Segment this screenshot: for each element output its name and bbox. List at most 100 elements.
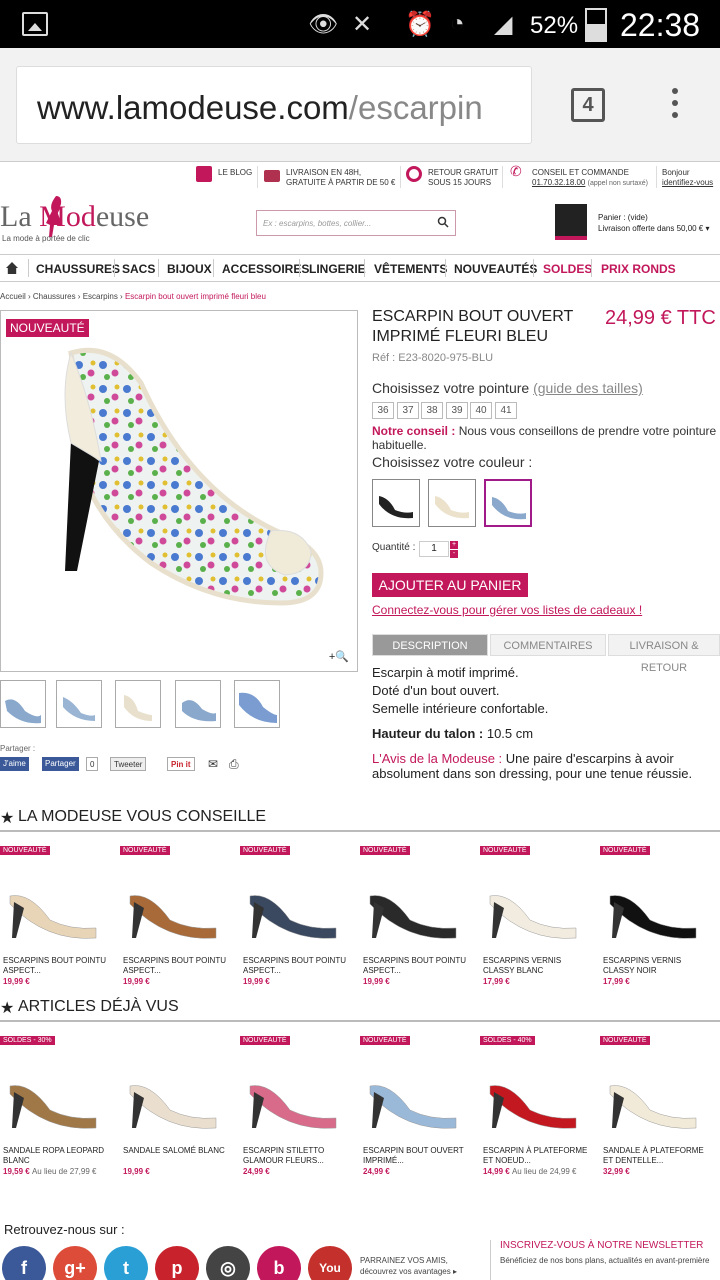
product-name[interactable]: ESCARPINS VERNIS CLASSY NOIR <box>603 956 708 976</box>
twitter-icon[interactable]: t <box>104 1246 148 1280</box>
product-name[interactable]: ESCARPINS BOUT POINTU ASPECT... <box>123 956 228 976</box>
product-thumb[interactable] <box>234 680 280 728</box>
nav-soldes[interactable]: SOLDES <box>543 262 592 276</box>
product-old-price: Au lieu de 27,99 € <box>31 1167 97 1176</box>
breadcrumb-current: Escarpin bout ouvert imprimé fleuri bleu <box>124 292 266 301</box>
product-name[interactable]: ESCARPINS BOUT POINTU ASPECT... <box>363 956 468 976</box>
breadcrumb-path[interactable]: Accueil › Chaussures › Escarpins › <box>0 292 125 301</box>
product-badge: NOUVEAUTÉ <box>240 846 290 855</box>
nav-sacs[interactable]: SACS <box>122 262 155 276</box>
overflow-menu-icon[interactable] <box>672 88 678 124</box>
zoom-icon[interactable]: +🔍 <box>329 650 349 663</box>
search-input[interactable]: Ex : escarpins, bottes, collier... <box>256 210 456 236</box>
nav-prix-ronds[interactable]: PRIX RONDS <box>601 262 676 276</box>
pinterest-button[interactable]: Pin it <box>167 757 195 771</box>
youtube-icon[interactable]: You <box>308 1246 352 1280</box>
url-field[interactable]: www.lamodeuse.com/escarpin <box>16 66 532 144</box>
tab-switcher-button[interactable]: 4 <box>571 88 605 122</box>
site-logo[interactable]: La Modeuse La mode à portée de clic <box>0 196 200 243</box>
size-option[interactable]: 41 <box>495 402 517 419</box>
tab-commentaires[interactable]: COMMENTAIRES <box>490 634 606 656</box>
referral-promo[interactable]: PARRAINEZ VOS AMIS, découvrez vos avantag… <box>360 1255 457 1277</box>
web-page: LE BLOG LIVRAISON EN 48H, GRATUITE À PART… <box>0 162 720 1280</box>
size-guide-link[interactable]: (guide des tailles) <box>533 380 643 396</box>
product-price: 24,99 € TTC <box>605 307 716 329</box>
product-name[interactable]: ESCARPIN BOUT OUVERT IMPRIMÉ... <box>363 1146 468 1166</box>
facebook-like-button[interactable]: J'aime <box>0 757 29 771</box>
search-icon[interactable] <box>437 216 449 228</box>
product-price-value: 32,99 € <box>603 1167 630 1176</box>
product-main-image[interactable]: NOUVEAUTÉ +🔍 <box>0 310 358 672</box>
product-price: 19,99 € <box>123 977 150 986</box>
cart-icon[interactable] <box>555 204 587 240</box>
print-icon[interactable]: ⎙ <box>226 757 242 771</box>
product-price-value: 19,99 € <box>123 977 150 986</box>
phone-number[interactable]: 01.70.32.18.00 <box>532 178 585 187</box>
tab-description[interactable]: DESCRIPTION <box>372 634 488 656</box>
tweet-button[interactable]: Tweeter <box>110 757 147 771</box>
product-thumb[interactable] <box>0 680 46 728</box>
quantity-input[interactable]: 1 <box>419 541 449 557</box>
product-name[interactable]: ESCARPINS BOUT POINTU ASPECT... <box>243 956 348 976</box>
conseil-line1: CONSEIL ET COMMANDE <box>532 168 629 177</box>
product-name[interactable]: ESCARPIN À PLATEFORME ET NOEUD... <box>483 1146 588 1166</box>
product-price: 17,99 € <box>603 977 630 986</box>
referral-title: PARRAINEZ VOS AMIS, <box>360 1256 448 1265</box>
product-price-value: 19,99 € <box>123 1167 150 1176</box>
facebook-share-button[interactable]: Partager <box>42 757 79 771</box>
size-option[interactable]: 39 <box>446 402 468 419</box>
size-option[interactable]: 38 <box>421 402 443 419</box>
product-thumb[interactable] <box>175 680 221 728</box>
email-icon[interactable]: ✉ <box>205 757 221 771</box>
nav-vetements[interactable]: VÊTEMENTS <box>374 262 447 276</box>
size-option[interactable]: 36 <box>372 402 394 419</box>
phone-icon: ✆ <box>510 163 522 179</box>
product-thumb[interactable] <box>115 680 161 728</box>
product-tabs: DESCRIPTION COMMENTAIRES LIVRAISON & RET… <box>372 634 720 674</box>
instagram-icon[interactable]: ◎ <box>206 1246 250 1280</box>
color-swatch-beige[interactable] <box>428 479 476 527</box>
product-name[interactable]: ESCARPINS BOUT POINTU ASPECT... <box>3 956 108 976</box>
product-name[interactable]: SANDALE ROPA LEOPARD BLANC <box>3 1146 108 1166</box>
add-to-cart-button[interactable]: AJOUTER AU PANIER <box>372 573 528 597</box>
gift-list-link[interactable]: Connectez-vous pour gérer vos listes de … <box>372 603 642 617</box>
eye-icon: 👁 <box>308 11 339 38</box>
color-swatch-blue[interactable] <box>484 479 532 527</box>
nouveaute-badge: NOUVEAUTÉ <box>6 319 89 337</box>
color-swatch-black[interactable] <box>372 479 420 527</box>
account-info[interactable]: Bonjour identifiez-vous <box>662 164 720 192</box>
blog-icon[interactable]: b <box>257 1246 301 1280</box>
product-price: 19,99 € <box>123 1167 150 1176</box>
product-name[interactable]: ESCARPIN STILETTO GLAMOUR FLEURS... <box>243 1146 348 1166</box>
nav-chaussures[interactable]: CHAUSSURES <box>36 262 120 276</box>
home-icon[interactable] <box>6 262 18 274</box>
googleplus-icon[interactable]: g+ <box>53 1246 97 1280</box>
product-name[interactable]: SANDALE À PLATEFORME ET DENTELLE... <box>603 1146 708 1166</box>
color-label: Choisissez votre couleur : <box>372 454 533 470</box>
product-price: 19,99 € <box>3 977 30 986</box>
product-name[interactable]: ESCARPINS VERNIS CLASSY BLANC <box>483 956 588 976</box>
product-thumb[interactable] <box>56 680 102 728</box>
product-description: Escarpin à motif imprimé. Doté d'un bout… <box>372 664 718 718</box>
quantity-minus-button[interactable]: - <box>450 550 458 558</box>
tab-livraison[interactable]: LIVRAISON & RETOUR <box>608 634 720 674</box>
product-price-value: 17,99 € <box>483 977 510 986</box>
nav-bijoux[interactable]: BIJOUX <box>167 262 212 276</box>
pinterest-icon[interactable]: p <box>155 1246 199 1280</box>
login-link[interactable]: identifiez-vous <box>662 178 713 187</box>
product-price-value: 24,99 € <box>243 1167 270 1176</box>
nav-accessoires[interactable]: ACCESSOIRES <box>222 262 309 276</box>
quantity-plus-button[interactable]: + <box>450 541 458 549</box>
nav-nouveautes[interactable]: NOUVEAUTÉS <box>454 262 537 276</box>
size-option[interactable]: 40 <box>470 402 492 419</box>
size-option[interactable]: 37 <box>397 402 419 419</box>
product-name[interactable]: SANDALE SALOMÉ BLANC <box>123 1146 228 1156</box>
nav-lingerie[interactable]: LINGERIE <box>309 262 366 276</box>
product-price-value: 19,99 € <box>3 977 30 986</box>
star-icon: ★ <box>0 1000 15 1017</box>
referral-link[interactable]: découvrez vos avantages ▸ <box>360 1267 457 1276</box>
facebook-icon[interactable]: f <box>2 1246 46 1280</box>
size-label: Choisissez votre pointure (guide des tai… <box>372 380 643 396</box>
breadcrumb[interactable]: Accueil › Chaussures › Escarpins › Escar… <box>0 292 266 301</box>
cart-summary[interactable]: Panier : (vide) Livraison offerte dans 50… <box>598 212 710 234</box>
